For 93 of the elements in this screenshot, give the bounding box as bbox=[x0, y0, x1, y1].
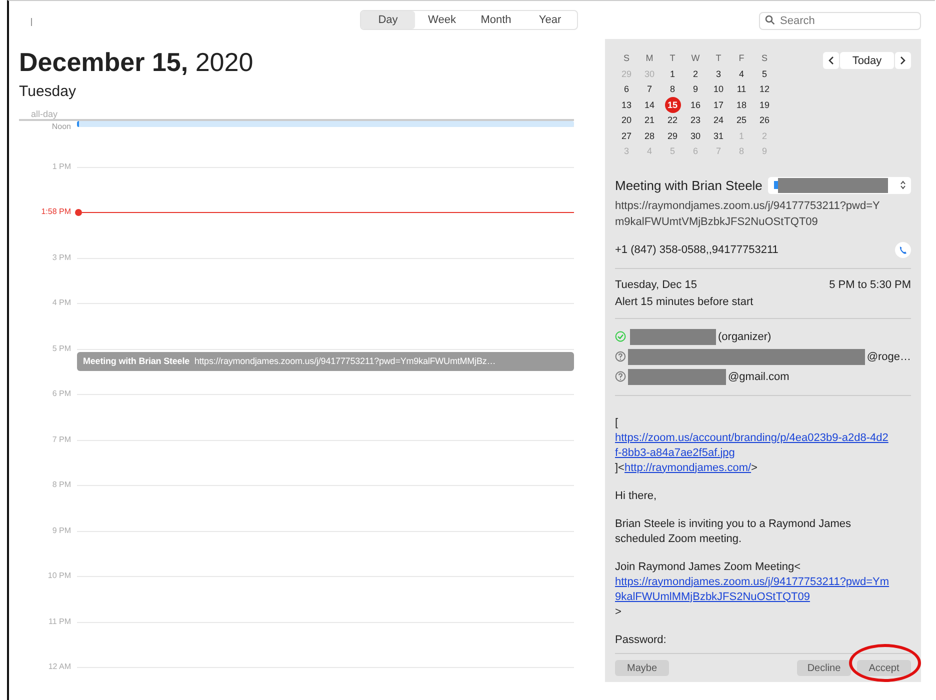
calendar-day[interactable]: 23 bbox=[684, 113, 707, 128]
calendar-day[interactable]: 11 bbox=[730, 82, 753, 96]
alert-text: Alert 15 minutes before start bbox=[615, 296, 754, 308]
calendar-day[interactable]: 12 bbox=[753, 82, 776, 96]
all-day-label: all-day bbox=[31, 109, 58, 119]
phone-number: +1 (847) 358-0588,,94177753211 bbox=[615, 244, 778, 256]
hour-label: 6 PM bbox=[51, 389, 72, 399]
hour-label: 9 PM bbox=[51, 526, 72, 536]
calendar-day[interactable]: 19 bbox=[753, 98, 776, 112]
current-time-dot bbox=[75, 208, 82, 216]
search-field[interactable]: Search bbox=[759, 12, 921, 30]
calendar-color-icon bbox=[774, 181, 778, 189]
view-tab[interactable]: Week bbox=[415, 11, 469, 29]
calendar-day[interactable]: 20 bbox=[615, 113, 638, 128]
calendar-day[interactable]: 28 bbox=[638, 128, 661, 143]
calendar-day[interactable]: 16 bbox=[684, 98, 707, 112]
calendar-day[interactable]: 30 bbox=[684, 128, 707, 143]
invitee-address: @gmail.com bbox=[728, 370, 790, 382]
weekday-initial: S bbox=[622, 52, 630, 65]
updown-icon bbox=[900, 180, 906, 190]
invitee-address: (organizer) bbox=[718, 330, 772, 342]
event-title: Meeting with Brian Steele bbox=[615, 176, 764, 194]
calendar-dropdown[interactable] bbox=[768, 176, 911, 194]
notes-text: Join Raymond James Zoom Meeting< bbox=[615, 560, 801, 572]
previous-button[interactable] bbox=[823, 52, 839, 69]
weekday-initial: T bbox=[668, 52, 676, 65]
view-tab[interactable]: Year bbox=[523, 11, 577, 29]
chevron-left-icon bbox=[828, 56, 834, 65]
link[interactable]: http://raymondjames.com/ bbox=[624, 460, 752, 476]
calendar-day[interactable]: 18 bbox=[730, 98, 753, 112]
calendar-day[interactable]: 25 bbox=[730, 113, 753, 128]
view-tab[interactable]: Month bbox=[469, 11, 523, 29]
date-heading: December 15, 2020 bbox=[19, 47, 254, 77]
calendar-day[interactable]: 13 bbox=[615, 98, 638, 112]
notes-text: > bbox=[751, 462, 758, 474]
hour-label: 10 PM bbox=[46, 571, 72, 581]
weekday-label: Tuesday bbox=[19, 83, 77, 100]
weekday-initial: F bbox=[738, 52, 746, 65]
weekday-initial: M bbox=[644, 52, 654, 65]
link[interactable]: https://raymondjames.zoom.us/j/94177753211?pwd=Ym9kalFWUmlMMjBzbkJFS2NuOStTQT09 bbox=[615, 574, 890, 604]
calendar-day[interactable]: 14 bbox=[638, 98, 661, 112]
notes-text: Hi there, bbox=[615, 490, 657, 502]
event-date: Tuesday, Dec 15 bbox=[615, 278, 697, 290]
notes-text: Password: bbox=[615, 634, 666, 646]
calendar-day[interactable]: 27 bbox=[615, 128, 638, 143]
search-icon bbox=[765, 15, 775, 25]
phone-icon[interactable] bbox=[895, 242, 911, 258]
calendar-day[interactable]: 6 bbox=[615, 82, 638, 96]
notes-text: > bbox=[615, 606, 622, 618]
next-button[interactable] bbox=[895, 52, 911, 69]
accept-button[interactable]: Accept bbox=[857, 660, 911, 676]
calendar-day[interactable]: 7 bbox=[638, 82, 661, 96]
calendar-day[interactable]: 17 bbox=[707, 98, 730, 112]
calendar-day[interactable]: 22 bbox=[661, 113, 684, 128]
hour-label: 12 AM bbox=[47, 662, 72, 672]
calendar-day[interactable]: 1 bbox=[661, 66, 684, 81]
calendar-day[interactable]: 15 bbox=[664, 96, 680, 112]
hour-label: 3 PM bbox=[51, 252, 72, 262]
hour-label: 11 PM bbox=[47, 616, 72, 626]
invitee-address: @roge… bbox=[866, 350, 911, 362]
calendar-day[interactable]: 31 bbox=[707, 128, 730, 143]
calendar-day[interactable]: 3 bbox=[707, 66, 730, 81]
weekday-initial: S bbox=[760, 52, 768, 65]
hour-label: 8 PM bbox=[51, 480, 72, 490]
calendar-day[interactable]: 4 bbox=[730, 66, 753, 81]
weekday-initial: T bbox=[714, 52, 722, 65]
calendar-day[interactable]: 5 bbox=[753, 66, 776, 81]
calendar-day[interactable]: 8 bbox=[661, 82, 684, 96]
maybe-button[interactable]: Maybe bbox=[615, 660, 669, 676]
decline-button[interactable]: Decline bbox=[797, 660, 851, 676]
notes-text: [ bbox=[615, 416, 618, 428]
notes-text: Brian Steele is inviting you to a Raymond James scheduled Zoom meeting. bbox=[615, 518, 852, 544]
calendar-day[interactable]: 29 bbox=[661, 128, 684, 143]
hour-label: 7 PM bbox=[51, 434, 72, 444]
hour-label: 4 PM bbox=[51, 298, 72, 308]
event-location: https://raymondjames.zoom.us/j/94177753211?pwd=Ym9kalFWUmtVMjBzbkJFS2NuOStTQT09 bbox=[615, 198, 881, 230]
annotation-circle bbox=[849, 644, 921, 682]
calendar-day[interactable]: 26 bbox=[753, 113, 776, 128]
hour-label: Noon bbox=[50, 122, 72, 132]
calendar-day[interactable]: 24 bbox=[707, 113, 730, 128]
hour-label: 1 PM bbox=[51, 162, 72, 172]
weekday-initial: W bbox=[690, 52, 701, 65]
calendar-day[interactable]: 9 bbox=[684, 82, 707, 96]
view-tab[interactable]: Day bbox=[361, 11, 415, 29]
today-button[interactable]: Today bbox=[840, 52, 894, 69]
calendar-day[interactable]: 21 bbox=[638, 113, 661, 128]
notes-text: ]< bbox=[615, 462, 624, 474]
hour-label: 5 PM bbox=[51, 344, 72, 354]
chevron-right-icon bbox=[900, 56, 906, 65]
calendar-day[interactable]: 2 bbox=[684, 66, 707, 81]
calendar-day[interactable]: 10 bbox=[707, 82, 730, 96]
current-time-label: 1:58 PM bbox=[40, 207, 72, 217]
event-time: 5 PM to 5:30 PM bbox=[829, 278, 911, 290]
